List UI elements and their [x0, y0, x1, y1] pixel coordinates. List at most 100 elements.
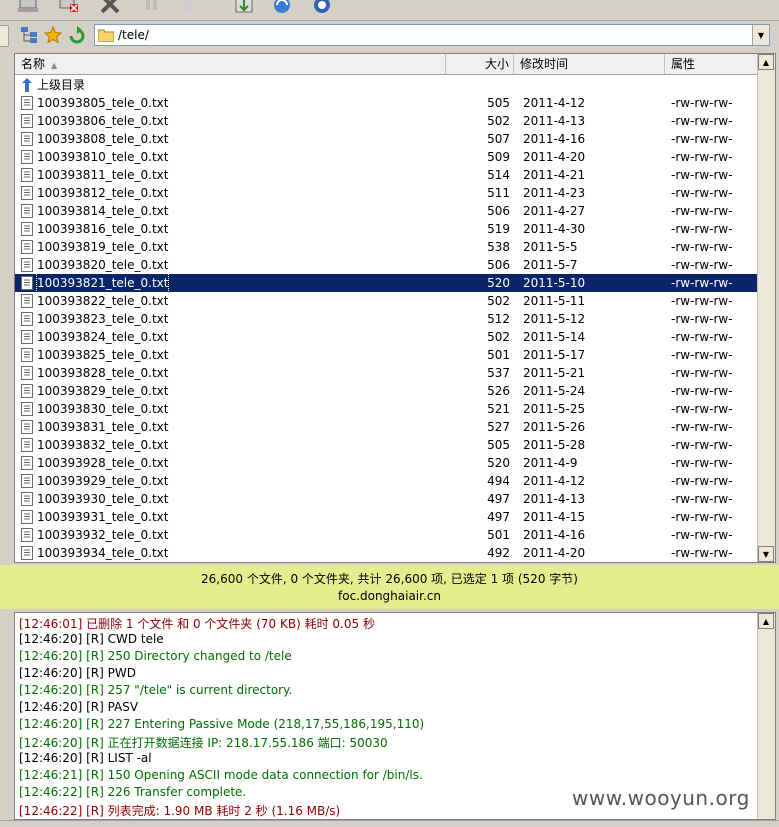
- tree-view-icon[interactable]: [20, 26, 38, 44]
- log-scroll-up-button[interactable]: ▲: [758, 613, 774, 629]
- log-line: [12:46:20] [R] 正在打开数据连接 IP: 218.17.55.18…: [19, 736, 388, 750]
- file-size: 497: [487, 510, 510, 524]
- column-modified-label: 修改时间: [520, 57, 569, 71]
- file-row[interactable]: 100393810_tele_0.txt 509 2011-4-20 -rw-rw-r…: [15, 148, 758, 166]
- file-modified: 2011-4-13: [523, 492, 586, 506]
- go-up-icon[interactable]: [68, 26, 86, 44]
- status-host: foc.donghaiair.cn: [338, 589, 441, 603]
- path-input[interactable]: /tele/ ▼: [94, 24, 770, 46]
- file-row[interactable]: 100393832_tele_0.txt 505 2011-5-28 -rw-rw-r…: [15, 436, 758, 454]
- log-line: [12:46:20] [R] 250 Directory changed to …: [19, 649, 292, 663]
- file-attributes: -rw-rw-rw-: [671, 510, 733, 524]
- file-modified: 2011-4-12: [523, 96, 586, 110]
- text-file-icon: [21, 348, 33, 362]
- file-row[interactable]: 100393806_tele_0.txt 502 2011-4-13 -rw-rw-r…: [15, 112, 758, 130]
- file-list-scrollbar[interactable]: ▲ ▼: [757, 54, 775, 562]
- folder-icon: [98, 29, 114, 42]
- text-file-icon: [21, 132, 33, 146]
- file-modified: 2011-5-11: [523, 294, 586, 308]
- file-size: 511: [487, 186, 510, 200]
- scroll-down-button[interactable]: ▼: [758, 546, 774, 562]
- file-row[interactable]: 100393830_tele_0.txt 521 2011-5-25 -rw-rw-r…: [15, 400, 758, 418]
- panel-splitter-handle[interactable]: [0, 25, 9, 47]
- column-header-attributes[interactable]: 属性: [665, 54, 758, 74]
- path-dropdown-button[interactable]: ▼: [752, 25, 769, 45]
- file-row[interactable]: 100393823_tele_0.txt 512 2011-5-12 -rw-rw-r…: [15, 310, 758, 328]
- file-row[interactable]: 100393811_tele_0.txt 514 2011-4-21 -rw-rw-r…: [15, 166, 758, 184]
- column-header-name[interactable]: 名称 ▲: [15, 54, 446, 74]
- file-row[interactable]: 100393808_tele_0.txt 507 2011-4-16 -rw-rw-r…: [15, 130, 758, 148]
- column-header-size[interactable]: 大小: [446, 54, 514, 74]
- file-row[interactable]: 100393829_tele_0.txt 526 2011-5-24 -rw-rw-r…: [15, 382, 758, 400]
- text-file-icon: [21, 240, 33, 254]
- file-modified: 2011-4-23: [523, 186, 586, 200]
- file-list-header: 名称 ▲ 大小 修改时间 属性: [15, 54, 758, 75]
- file-name: 100393822_tele_0.txt: [37, 294, 169, 308]
- file-modified: 2011-5-28: [523, 438, 586, 452]
- file-name: 100393934_tele_0.txt: [37, 546, 169, 560]
- file-row[interactable]: 100393820_tele_0.txt 506 2011-5-7 -rw-rw-rw…: [15, 256, 758, 274]
- column-header-modified[interactable]: 修改时间: [514, 54, 665, 74]
- file-row-selected[interactable]: 100393821_tele_0.txt 520 2011-5-10 -rw-rw-r…: [15, 273, 758, 293]
- arrow-down-icon: ▼: [762, 549, 770, 559]
- file-modified: 2011-5-10: [523, 276, 586, 290]
- pause-icon[interactable]: [142, 0, 162, 14]
- text-file-icon: [21, 276, 33, 290]
- delete-icon[interactable]: [100, 0, 120, 14]
- refresh-icon[interactable]: [272, 0, 292, 14]
- text-file-icon: [21, 384, 33, 398]
- log-line: [12:46:01] 已删除 1 个文件 和 0 个文件夹 (70 KB) 耗时…: [19, 617, 375, 631]
- sort-ascending-icon: ▲: [51, 61, 58, 70]
- file-attributes: -rw-rw-rw-: [671, 222, 733, 236]
- transfer-icon[interactable]: [234, 0, 254, 14]
- file-modified: 2011-5-7: [523, 258, 578, 272]
- file-row[interactable]: 100393828_tele_0.txt 537 2011-5-21 -rw-rw-r…: [15, 364, 758, 382]
- file-row[interactable]: 100393812_tele_0.txt 511 2011-4-23 -rw-rw-r…: [15, 184, 758, 202]
- file-row[interactable]: 100393822_tele_0.txt 502 2011-5-11 -rw-rw-r…: [15, 292, 758, 310]
- file-name: 100393805_tele_0.txt: [37, 96, 169, 110]
- file-modified: 2011-4-30: [523, 222, 586, 236]
- file-row[interactable]: 100393819_tele_0.txt 538 2011-5-5 -rw-rw-rw…: [15, 238, 758, 256]
- file-modified: 2011-4-27: [523, 204, 586, 218]
- file-size: 501: [487, 528, 510, 542]
- file-row[interactable]: 100393831_tele_0.txt 527 2011-5-26 -rw-rw-r…: [15, 418, 758, 436]
- file-row[interactable]: 100393814_tele_0.txt 506 2011-4-27 -rw-rw-r…: [15, 202, 758, 220]
- file-modified: 2011-4-20: [523, 546, 586, 560]
- log-scrollbar[interactable]: ▲: [757, 613, 775, 819]
- file-modified: 2011-4-9: [523, 456, 578, 470]
- connect-icon[interactable]: [18, 0, 38, 14]
- file-row[interactable]: 100393825_tele_0.txt 501 2011-5-17 -rw-rw-r…: [15, 346, 758, 364]
- file-row[interactable]: 100393805_tele_0.txt 505 2011-4-12 -rw-rw-r…: [15, 94, 758, 112]
- file-row[interactable]: 100393931_tele_0.txt 497 2011-4-15 -rw-rw-r…: [15, 508, 758, 526]
- favorites-star-icon[interactable]: [44, 26, 62, 44]
- file-attributes: -rw-rw-rw-: [671, 294, 733, 308]
- file-size: 537: [487, 366, 510, 380]
- file-row[interactable]: 100393930_tele_0.txt 497 2011-4-13 -rw-rw-r…: [15, 490, 758, 508]
- help-icon[interactable]: [312, 0, 332, 14]
- status-bar: 26,600 个文件, 0 个文件夹, 共计 26,600 项, 已选定 1 项…: [0, 565, 779, 609]
- file-name: 100393823_tele_0.txt: [37, 312, 169, 326]
- file-name: 100393829_tele_0.txt: [37, 384, 169, 398]
- file-size: 526: [487, 384, 510, 398]
- file-row[interactable]: 100393934_tele_0.txt 492 2011-4-20 -rw-rw-r…: [15, 544, 758, 562]
- file-row[interactable]: 100393929_tele_0.txt 494 2011-4-12 -rw-rw-r…: [15, 472, 758, 490]
- file-row[interactable]: 100393824_tele_0.txt 502 2011-5-14 -rw-rw-r…: [15, 328, 758, 346]
- play-icon[interactable]: [180, 0, 200, 14]
- file-row[interactable]: 100393928_tele_0.txt 520 2011-4-9 -rw-rw-rw…: [15, 454, 758, 472]
- file-name: 100393830_tele_0.txt: [37, 402, 169, 416]
- file-row[interactable]: 100393816_tele_0.txt 519 2011-4-30 -rw-rw-r…: [15, 220, 758, 238]
- text-file-icon: [21, 402, 33, 416]
- file-modified: 2011-5-17: [523, 348, 586, 362]
- disconnect-icon[interactable]: [58, 0, 78, 14]
- file-size: 497: [487, 492, 510, 506]
- text-file-icon: [21, 258, 33, 272]
- text-file-icon: [21, 546, 33, 560]
- arrow-up-icon: ▲: [762, 57, 770, 67]
- file-name: 100393810_tele_0.txt: [37, 150, 169, 164]
- parent-directory-row[interactable]: 上级目录: [15, 76, 758, 94]
- watermark: www.wooyun.org: [572, 786, 750, 810]
- file-row[interactable]: 100393932_tele_0.txt 501 2011-4-16 -rw-rw-r…: [15, 526, 758, 544]
- scroll-up-button[interactable]: ▲: [758, 54, 774, 70]
- log-line: [12:46:20] [R] PASV: [19, 700, 139, 714]
- file-attributes: -rw-rw-rw-: [671, 456, 733, 470]
